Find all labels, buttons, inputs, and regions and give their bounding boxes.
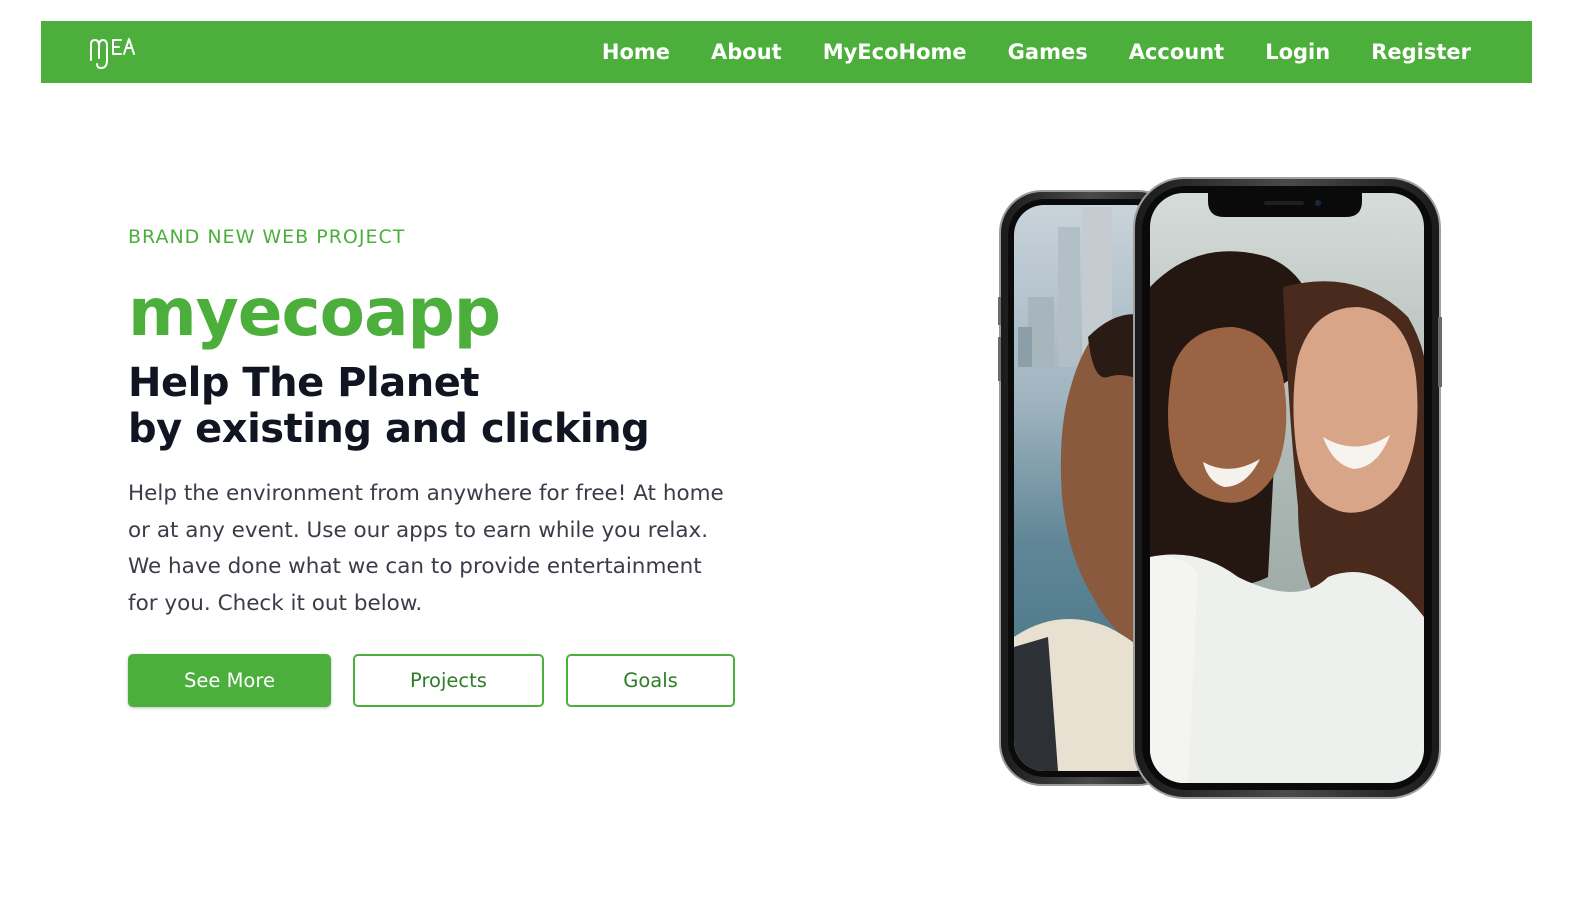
hero-description: Help the environment from anywhere for f…	[128, 481, 724, 616]
phone-mockup-image	[998, 177, 1442, 799]
nav-link-home[interactable]: Home	[602, 40, 670, 64]
brand-title: myecoapp	[128, 274, 501, 351]
hero-section: BRAND NEW WEB PROJECT myecoapp Help The …	[128, 222, 768, 707]
hero-eyebrow: BRAND NEW WEB PROJECT	[128, 226, 406, 248]
front-phone	[1133, 177, 1442, 799]
projects-button[interactable]: Projects	[353, 654, 544, 707]
nav-link-myecohome[interactable]: MyEcoHome	[823, 40, 967, 64]
nav-link-register[interactable]: Register	[1371, 40, 1471, 64]
nav-link-account[interactable]: Account	[1129, 40, 1225, 64]
top-navbar: Home About MyEcoHome Games Account Login…	[41, 21, 1532, 83]
hero-headline: Help The Planet by existing and clicking	[128, 360, 768, 452]
goals-button[interactable]: Goals	[566, 654, 735, 707]
headline-line-1: Help The Planet	[128, 360, 479, 406]
hero-buttons: See More Projects Goals	[128, 654, 768, 707]
nav-link-about[interactable]: About	[711, 40, 782, 64]
headline-line-2: by existing and clicking	[128, 406, 650, 452]
mea-logo[interactable]	[87, 34, 143, 72]
nav-links: Home About MyEcoHome Games Account Login…	[602, 21, 1471, 83]
see-more-button[interactable]: See More	[128, 654, 331, 707]
nav-link-login[interactable]: Login	[1265, 40, 1330, 64]
nav-link-games[interactable]: Games	[1008, 40, 1088, 64]
